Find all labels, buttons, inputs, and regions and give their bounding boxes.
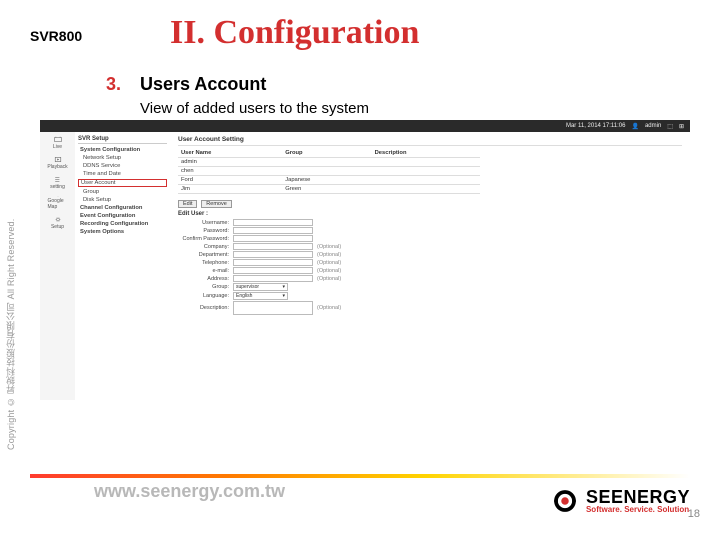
- nav-map[interactable]: Google Map: [48, 196, 68, 210]
- th-username: User Name: [178, 149, 282, 158]
- nav-playback[interactable]: Playback: [48, 156, 68, 170]
- form-input[interactable]: [233, 219, 313, 226]
- form-input[interactable]: [233, 267, 313, 274]
- nav-setting[interactable]: setting: [48, 176, 68, 190]
- section-title: Users Account: [140, 74, 266, 95]
- tree-item[interactable]: Time and Date: [78, 170, 167, 178]
- hint-desc: (Optional): [317, 305, 341, 311]
- model-label: SVR800: [30, 28, 82, 44]
- form-hint: (Optional): [317, 268, 341, 274]
- logo: SEENERGY Software. Service. Solution: [550, 486, 690, 516]
- tree-item[interactable]: DDNS Service: [78, 162, 167, 170]
- form-input[interactable]: [233, 251, 313, 258]
- label-language: Language:: [178, 293, 233, 299]
- screenshot-panel: Mar 11, 2014 17:11:06 👤 admin ⬚ ⊞ Live P…: [40, 120, 690, 400]
- form-title: Edit User :: [178, 211, 682, 217]
- user-icon: 👤: [631, 123, 638, 130]
- copyright-text: Copyright © 昇銳科技股份有限公司 All Right Reserve…: [4, 140, 20, 450]
- footer: www.seenergy.com.tw SEENERGY Software. S…: [0, 468, 720, 540]
- table-row[interactable]: FordJapanese: [178, 176, 480, 185]
- header-icon-2[interactable]: ⊞: [679, 123, 684, 130]
- tree-item[interactable]: System Options: [78, 228, 167, 236]
- tree-item[interactable]: Channel Configuration: [78, 204, 167, 212]
- user-table: User Name Group Description adminchenFor…: [178, 149, 480, 194]
- form-input[interactable]: [233, 227, 313, 234]
- section-number: 3.: [106, 74, 121, 95]
- header-icon-1[interactable]: ⬚: [667, 123, 673, 130]
- nav-live[interactable]: Live: [48, 136, 68, 150]
- page-title: II. Configuration: [170, 14, 419, 52]
- th-group: Group: [282, 149, 371, 158]
- form-label: Company:: [178, 244, 233, 250]
- chevron-down-icon: ▾: [282, 284, 285, 290]
- header-date: Mar 11, 2014 17:11:06: [566, 123, 626, 129]
- tree-item[interactable]: Disk Setup: [78, 196, 167, 204]
- table-row[interactable]: JimGreen: [178, 185, 480, 194]
- form-label: Confirm Password:: [178, 236, 233, 242]
- form-hint: (Optional): [317, 260, 341, 266]
- th-desc: Description: [372, 149, 481, 158]
- label-group: Group:: [178, 284, 233, 290]
- logo-mark-icon: [550, 486, 580, 516]
- button-row: Edit Remove: [178, 200, 682, 208]
- form-input[interactable]: [233, 275, 313, 282]
- tree-item[interactable]: System Configuration: [78, 146, 167, 154]
- form-hint: (Optional): [317, 244, 341, 250]
- footer-url: www.seenergy.com.tw: [94, 481, 285, 502]
- form-label: e-mail:: [178, 268, 233, 274]
- chevron-down-icon: ▾: [282, 293, 285, 299]
- section-description: View of added users to the system: [140, 100, 369, 117]
- tree-item[interactable]: User Account: [78, 179, 167, 187]
- content-title: User Account Setting: [178, 136, 682, 146]
- content-panel: User Account Setting User Name Group Des…: [170, 132, 690, 400]
- remove-button[interactable]: Remove: [201, 200, 231, 208]
- tree-item[interactable]: Recording Configuration: [78, 220, 167, 228]
- form-label: Department:: [178, 252, 233, 258]
- logo-name: SEENERGY: [586, 488, 690, 506]
- form-hint: (Optional): [317, 276, 341, 282]
- form-label: Telephone:: [178, 260, 233, 266]
- form-input[interactable]: [233, 235, 313, 242]
- form-label: Address:: [178, 276, 233, 282]
- form-label: Username:: [178, 220, 233, 226]
- nav-sidebar: Live Playback setting Google Map Setup: [40, 132, 75, 400]
- nav-setup[interactable]: Setup: [48, 216, 68, 230]
- label-desc: Description:: [178, 305, 233, 311]
- tree-item[interactable]: Group: [78, 188, 167, 196]
- edit-button[interactable]: Edit: [178, 200, 197, 208]
- setup-tree: SVR Setup System ConfigurationNetwork Se…: [75, 132, 170, 400]
- form-label: Password:: [178, 228, 233, 234]
- tree-title: SVR Setup: [78, 136, 167, 144]
- table-row[interactable]: chen: [178, 167, 480, 176]
- form-input[interactable]: [233, 243, 313, 250]
- tree-item[interactable]: Network Setup: [78, 154, 167, 162]
- form-hint: (Optional): [317, 252, 341, 258]
- header-user: admin: [645, 123, 661, 129]
- tree-item[interactable]: Event Configuration: [78, 212, 167, 220]
- input-desc[interactable]: [233, 301, 313, 315]
- group-select[interactable]: supervisor▾: [233, 283, 288, 291]
- form-input[interactable]: [233, 259, 313, 266]
- gradient-bar: [30, 474, 690, 478]
- language-select[interactable]: English▾: [233, 292, 288, 300]
- screenshot-header: Mar 11, 2014 17:11:06 👤 admin ⬚ ⊞: [40, 120, 690, 132]
- logo-tagline: Software. Service. Solution: [586, 506, 690, 514]
- page-number: 18: [688, 508, 700, 520]
- table-row[interactable]: admin: [178, 158, 480, 167]
